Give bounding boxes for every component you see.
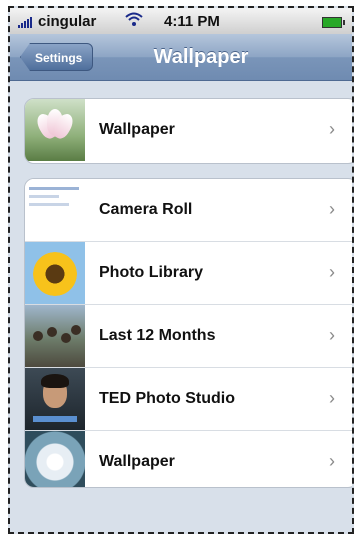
list-item-label: Camera Roll (99, 201, 193, 218)
chevron-right-icon: › (329, 119, 335, 139)
albums-group: Camera Roll › Photo Library › Last 12 Mo… (24, 178, 352, 488)
list-item-label: TED Photo Studio (99, 390, 235, 407)
chevron-right-icon: › (329, 325, 335, 345)
status-time: 4:11 PM (164, 13, 220, 30)
wallpaper-group: Wallpaper › (24, 98, 352, 164)
iphone-screen: cingular 4:11 PM Settings Wallpaper Wall… (8, 6, 354, 534)
battery-icon (322, 17, 345, 28)
sunflower-thumbnail (25, 242, 85, 304)
status-bar: cingular 4:11 PM (10, 8, 352, 34)
list-item-label: Photo Library (99, 264, 204, 281)
list-item-wallpaper[interactable]: Wallpaper › (25, 99, 352, 161)
list-item-label: Last 12 Months (99, 327, 216, 344)
page-title: Wallpaper (153, 46, 249, 68)
lotus-thumbnail (25, 99, 85, 161)
wifi-icon (125, 12, 143, 26)
list-item-photo-library[interactable]: Photo Library › (25, 242, 352, 305)
chevron-right-icon: › (329, 388, 335, 408)
signal-strength-icon (18, 16, 34, 28)
list-item-camera-roll[interactable]: Camera Roll › (25, 179, 352, 242)
chevron-right-icon: › (329, 451, 335, 471)
list-item-last-12-months[interactable]: Last 12 Months › (25, 305, 352, 368)
camera-roll-thumbnail (25, 179, 85, 241)
carrier-name: cingular (38, 13, 97, 30)
chevron-right-icon: › (329, 199, 335, 219)
chevron-right-icon: › (329, 262, 335, 282)
portrait-thumbnail (25, 368, 85, 430)
list-item-ted-photo-studio[interactable]: TED Photo Studio › (25, 368, 352, 431)
crowd-thumbnail (25, 305, 85, 367)
flower-thumbnail (25, 431, 85, 487)
navigation-bar: Settings Wallpaper (10, 34, 352, 81)
list-item-label: Wallpaper (99, 121, 175, 138)
list-item-wallpaper-album[interactable]: Wallpaper › (25, 431, 352, 487)
list-item-label: Wallpaper (99, 453, 175, 470)
